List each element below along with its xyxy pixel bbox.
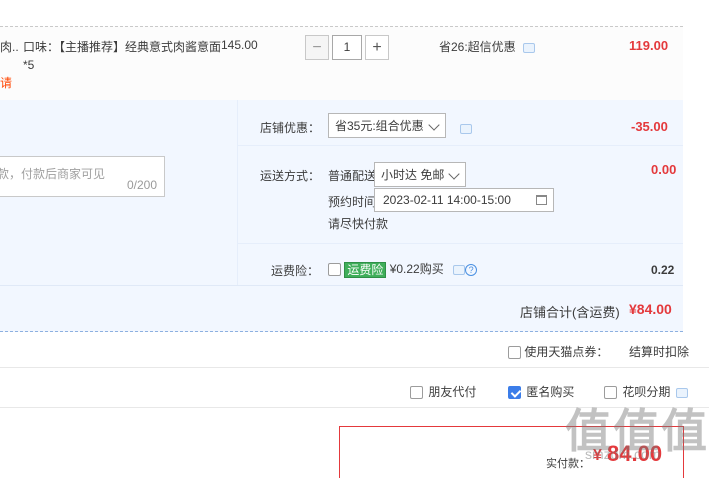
- store-discount-label: 店铺优惠：: [260, 121, 321, 135]
- options-divider: [237, 100, 238, 285]
- shipping-method-select[interactable]: 小时达 免邮: [374, 162, 466, 187]
- item-name[interactable]: 肉..: [0, 38, 19, 55]
- item-total-price: 119.00: [629, 38, 669, 53]
- reserve-time-label: 预约时间: [328, 195, 377, 209]
- coupon-checkbox[interactable]: [508, 346, 521, 360]
- increase-quantity-button[interactable]: +: [365, 35, 389, 60]
- coupon-label: 使用天猫点券：: [524, 345, 609, 359]
- insurance-label: 运费险：: [271, 264, 320, 278]
- minus-icon: −: [312, 38, 322, 56]
- decrease-quantity-button[interactable]: −: [305, 35, 329, 60]
- buyer-memo-textarea[interactable]: 款，付款后商家可见 0/200: [0, 156, 165, 197]
- options-divider: [238, 145, 683, 146]
- item-flavor: 口味：【主播推荐】经典意式肉酱意面*5: [23, 40, 222, 72]
- section-divider: [0, 367, 709, 368]
- quantity-input[interactable]: 1: [332, 35, 362, 60]
- shipping-amount: 0.00: [651, 162, 677, 177]
- insurance-text: ¥0.22购买: [389, 262, 444, 276]
- insurance-amount: 0.22: [651, 263, 675, 277]
- help-icon[interactable]: ?: [465, 263, 478, 276]
- chat-icon[interactable]: [453, 264, 466, 275]
- chat-icon[interactable]: [523, 42, 536, 53]
- plus-icon: +: [372, 38, 382, 56]
- options-divider: [238, 243, 683, 244]
- insurance-checkbox[interactable]: [328, 263, 341, 277]
- anonymous-checkbox[interactable]: [508, 386, 521, 400]
- store-discount-value: 省35元:组合优惠: [335, 119, 424, 133]
- chevron-down-icon: [428, 119, 440, 131]
- friend-pay-option: 朋友代付: [410, 383, 476, 400]
- insurance-badge: 运费险: [344, 261, 387, 278]
- store-discount-select[interactable]: 省35元:组合优惠: [328, 113, 446, 138]
- memo-placeholder: 款，付款后商家可见: [0, 167, 106, 181]
- chat-icon[interactable]: [460, 123, 472, 134]
- shipping-label: 运送方式：: [260, 169, 321, 183]
- coupon-row: 使用天猫点券：: [508, 343, 608, 360]
- site-watermark-url: smzdm.com: [585, 446, 661, 462]
- quantity-stepper: − 1 +: [305, 35, 389, 60]
- reserve-time-value: 2023-02-11 14:00-15:00: [383, 193, 511, 207]
- item-discount: 省26:超信优惠: [439, 38, 536, 55]
- shipping-method-value: 小时达 免邮: [381, 168, 445, 182]
- store-total-amount: ¥84.00: [629, 301, 672, 317]
- item-unit-price: 145.00: [221, 38, 258, 52]
- insurance-row: 运费险 ¥0.22购买 ?: [328, 260, 478, 278]
- calendar-icon: [536, 195, 547, 205]
- shipping-note: 请尽快付款: [328, 217, 389, 231]
- item-extra-link[interactable]: 请: [0, 74, 12, 91]
- coupon-action: 结算时扣除: [629, 345, 690, 359]
- store-discount-amount: -35.00: [631, 119, 668, 134]
- friend-pay-checkbox[interactable]: [410, 386, 423, 400]
- friend-pay-label: 朋友代付: [428, 385, 477, 399]
- chevron-down-icon: [448, 168, 460, 180]
- reserve-time-picker[interactable]: 2023-02-11 14:00-15:00: [374, 188, 554, 212]
- store-total-label: 店铺合计(含运费): [520, 305, 620, 320]
- memo-char-count: 0/200: [126, 178, 157, 192]
- shipping-normal: 普通配送: [328, 169, 377, 183]
- item-discount-text: 省26:超信优惠: [439, 40, 516, 54]
